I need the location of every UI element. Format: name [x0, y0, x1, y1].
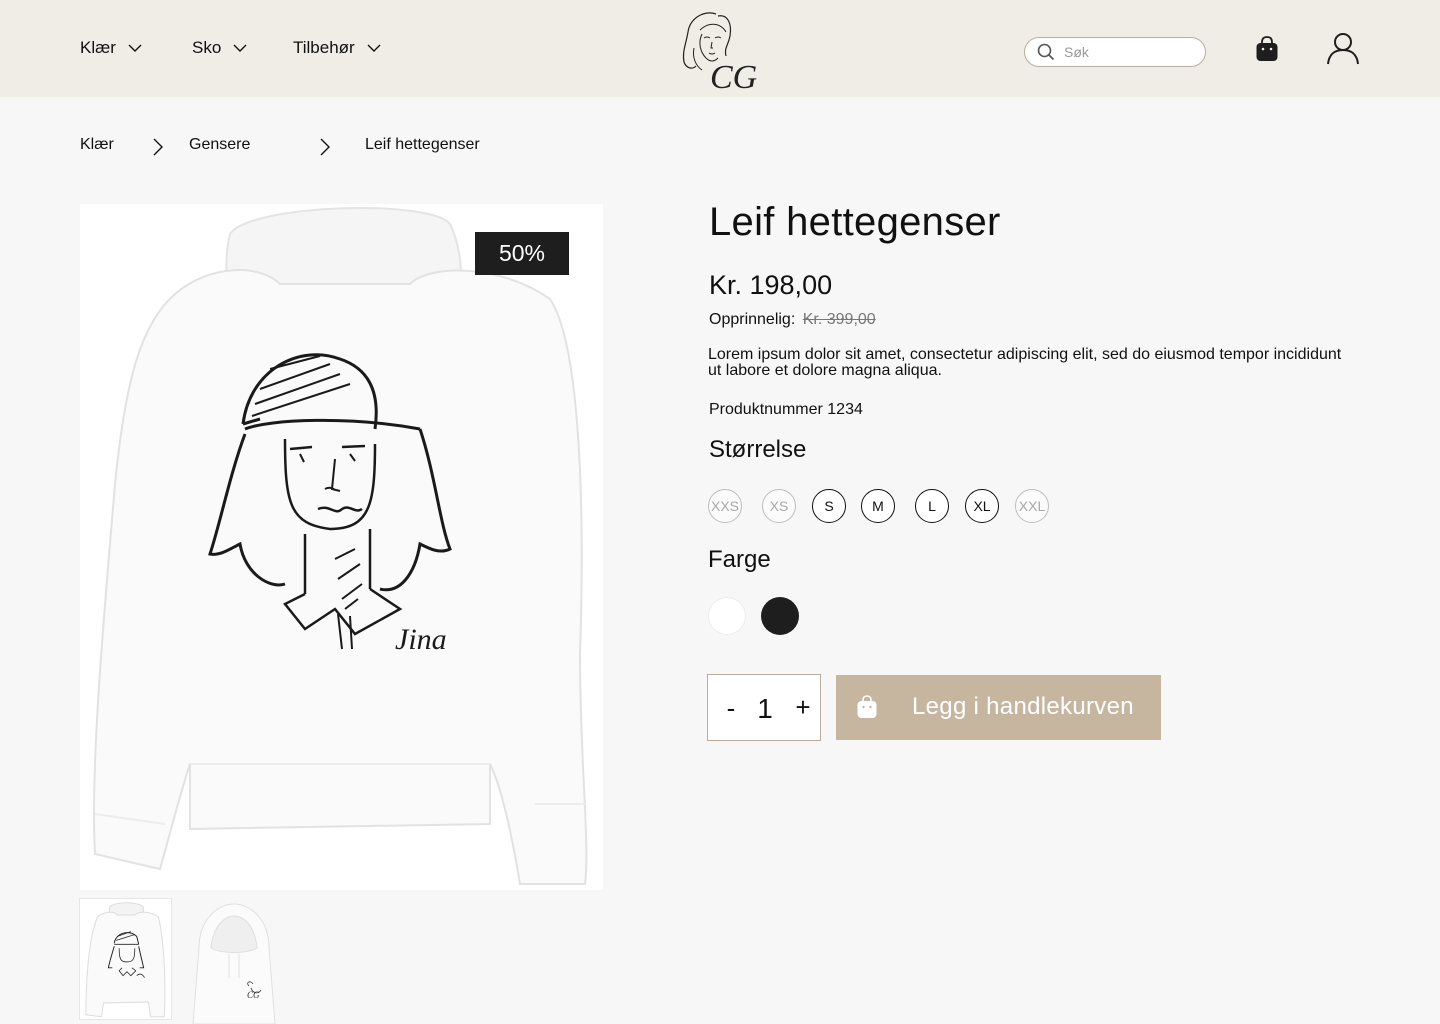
quantity-stepper: - 1 +: [707, 674, 821, 741]
size-option-s[interactable]: S: [812, 489, 846, 523]
svg-text:CG: CG: [247, 990, 260, 1000]
original-price-label: Opprinnelig:: [709, 311, 796, 328]
size-heading: Størrelse: [709, 436, 807, 463]
size-option-xxl[interactable]: XXL: [1015, 489, 1049, 523]
thumbnail-image: CG: [189, 898, 278, 1024]
size-option-l[interactable]: L: [915, 489, 949, 523]
chevron-right-icon: [320, 138, 330, 156]
svg-text:CG: CG: [710, 59, 757, 92]
brand-logo[interactable]: CG: [678, 8, 762, 92]
thumbnail-image: [80, 899, 171, 1019]
chevron-down-icon: [233, 44, 247, 52]
breadcrumb-item-klaer[interactable]: Klær: [80, 136, 114, 154]
original-price: Kr. 399,00: [802, 311, 876, 328]
color-swatch-white[interactable]: [708, 597, 746, 635]
product-description: Lorem ipsum dolor sit amet, consectetur …: [708, 346, 1342, 379]
nav-item-klaer[interactable]: Klær: [80, 38, 142, 58]
nav-item-label: Klær: [80, 38, 116, 57]
size-option-m[interactable]: M: [861, 489, 895, 523]
product-price: Kr. 198,00: [709, 270, 833, 300]
chevron-right-icon: [153, 138, 163, 156]
chevron-down-icon: [367, 44, 381, 52]
breadcrumb-current: Leif hettegenser: [365, 136, 480, 153]
discount-badge: 50%: [475, 232, 569, 275]
thumbnail-folded[interactable]: CG: [189, 898, 278, 1024]
add-to-cart-label: Legg i handlekurven: [912, 693, 1134, 720]
nav-item-label: Tilbehør: [293, 38, 355, 57]
chevron-down-icon: [128, 44, 142, 52]
color-swatch-black[interactable]: [761, 597, 799, 635]
breadcrumb: Klær Gensere Leif hettegenser: [0, 130, 700, 162]
site-header: Klær Sko Tilbehør CG: [0, 0, 1440, 97]
nav-item-sko[interactable]: Sko: [192, 38, 247, 58]
product-title: Leif hettegenser: [709, 200, 1001, 244]
search-icon: [1037, 43, 1055, 61]
product-main-image[interactable]: Jina: [80, 204, 603, 890]
search-bar: [1024, 37, 1206, 67]
quantity-value[interactable]: 1: [755, 693, 775, 725]
breadcrumb-item-gensere[interactable]: Gensere: [189, 136, 250, 154]
nav-item-label: Sko: [192, 38, 222, 57]
add-to-cart-button[interactable]: Legg i handlekurven: [836, 675, 1161, 740]
shopping-bag-icon[interactable]: [1255, 36, 1279, 62]
color-heading: Farge: [708, 546, 771, 573]
size-option-xs[interactable]: XS: [762, 489, 796, 523]
shopping-bag-icon: [857, 695, 877, 718]
hoodie-image: Jina: [80, 204, 603, 890]
thumbnail-back[interactable]: [79, 898, 172, 1020]
user-icon[interactable]: [1326, 32, 1360, 65]
size-option-xl[interactable]: XL: [965, 489, 999, 523]
size-option-xxs[interactable]: XXS: [708, 489, 742, 523]
signature-text: Jina: [395, 623, 447, 656]
search-input[interactable]: [1064, 44, 1194, 60]
nav-item-tilbehor[interactable]: Tilbehør: [293, 38, 381, 58]
original-price-row: Opprinnelig: Kr. 399,00: [709, 311, 876, 329]
quantity-increase-button[interactable]: +: [794, 692, 812, 723]
product-number: Produktnummer 1234: [709, 401, 863, 418]
quantity-decrease-button[interactable]: -: [724, 693, 738, 724]
